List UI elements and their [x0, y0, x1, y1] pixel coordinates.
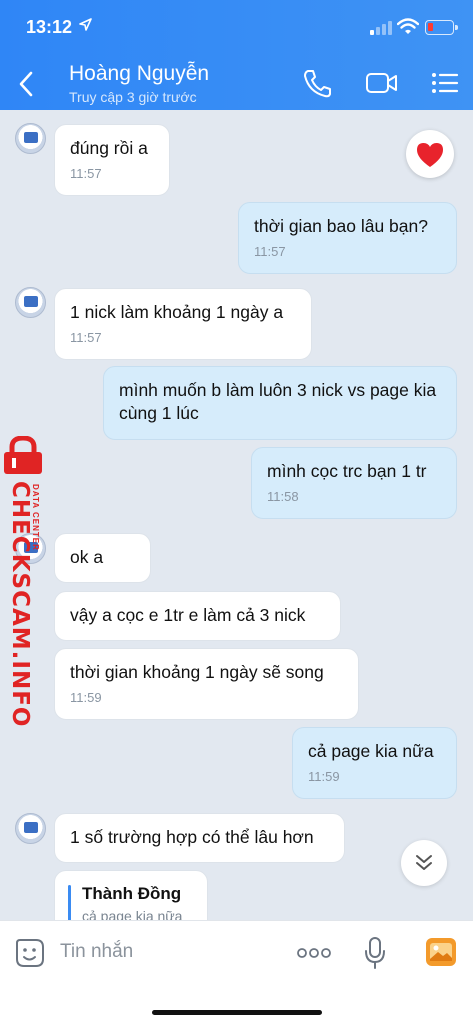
back-chevron-icon[interactable] — [17, 70, 35, 98]
message-bubble-incoming[interactable]: thời gian khoảng 1 ngày sẽ song 11:59 — [54, 648, 359, 720]
message-text: vậy a cọc e 1tr e làm cả 3 nick — [70, 605, 306, 625]
double-chevron-down-icon — [416, 855, 432, 870]
message-bubble-outgoing[interactable]: mình cọc trc bạn 1 tr 11:58 — [251, 447, 457, 519]
video-camera-icon[interactable] — [365, 71, 399, 95]
message-bubble-outgoing[interactable]: cả page kia nữa 11:59 — [292, 727, 457, 799]
chat-area[interactable]: đúng rồi a 11:57 thời gian bao lâu bạn? … — [0, 110, 473, 920]
scroll-down-button[interactable] — [401, 840, 447, 886]
more-dots-icon[interactable] — [297, 947, 331, 959]
message-bubble-incoming[interactable]: đúng rồi a 11:57 — [54, 124, 170, 196]
chat-header: 13:12 Hoàng Nguyễn Truy cập 3 giờ trước — [0, 0, 473, 110]
message-bubble-outgoing[interactable]: thời gian bao lâu bạn? 11:57 — [238, 202, 457, 274]
watermark-subtitle: DATA CENTER — [31, 484, 40, 551]
message-time: 11:59 — [70, 690, 102, 705]
message-text: 1 nick làm khoảng 1 ngày a — [70, 302, 284, 322]
message-text: 1 số trường hợp có thể lâu hơn — [70, 827, 314, 847]
home-indicator — [152, 1010, 322, 1015]
avatar[interactable] — [15, 813, 46, 844]
message-text: thời gian khoảng 1 ngày sẽ song — [70, 662, 324, 682]
battery-icon — [425, 20, 458, 35]
microphone-icon[interactable] — [364, 936, 386, 970]
message-time: 11:59 — [308, 769, 340, 784]
message-bubble-incoming[interactable]: vậy a cọc e 1tr e làm cả 3 nick — [54, 591, 341, 641]
message-text: đúng rồi a — [70, 138, 148, 158]
contact-last-seen: Truy cập 3 giờ trước — [69, 89, 197, 105]
message-text: cả page kia nữa — [308, 741, 434, 761]
contact-name[interactable]: Hoàng Nguyễn — [69, 62, 209, 86]
watermark: CHECKSCAM.INFO DATA CENTER — [2, 436, 50, 727]
avatar[interactable] — [15, 123, 46, 154]
watermark-brand: CHECKSCAM.INFO — [7, 481, 33, 728]
message-text: thời gian bao lâu bạn? — [254, 216, 428, 236]
message-text: mình cọc trc bạn 1 tr — [267, 461, 427, 481]
heart-icon — [417, 142, 443, 167]
message-input[interactable]: Tin nhắn — [60, 941, 133, 963]
cellular-signal-icon — [370, 21, 392, 35]
message-bubble-outgoing[interactable]: mình muốn b làm luôn 3 nick vs page kia … — [103, 366, 457, 440]
list-menu-icon[interactable] — [431, 71, 459, 95]
quoted-reply-card[interactable]: Thành Đồng cả page kia nữa — [54, 870, 208, 920]
message-time: 11:58 — [267, 489, 299, 504]
quoted-sender: Thành Đồng — [82, 884, 182, 903]
avatar[interactable] — [15, 287, 46, 318]
quote-bar — [68, 885, 71, 920]
message-text: ok a — [70, 547, 104, 567]
message-input-bar: Tin nhắn — [0, 920, 473, 1024]
padlock-icon — [4, 436, 42, 474]
message-text: mình muốn b làm luôn 3 nick vs page kia … — [119, 380, 437, 423]
message-time: 11:57 — [254, 244, 286, 259]
location-arrow-icon — [79, 18, 92, 31]
wifi-icon — [397, 18, 419, 34]
message-time: 11:57 — [70, 330, 102, 345]
reaction-button[interactable] — [406, 130, 454, 178]
status-time: 13:12 — [26, 17, 73, 37]
quoted-text: cả page kia nữa — [82, 908, 183, 920]
phone-icon[interactable] — [303, 68, 331, 98]
message-bubble-incoming[interactable]: 1 nick làm khoảng 1 ngày a 11:57 — [54, 288, 312, 360]
sticker-face-icon[interactable] — [14, 937, 46, 969]
message-bubble-incoming[interactable]: ok a — [54, 533, 151, 583]
message-time: 11:57 — [70, 166, 102, 181]
message-bubble-incoming[interactable]: 1 số trường hợp có thể lâu hơn — [54, 813, 345, 863]
image-icon[interactable] — [425, 937, 457, 967]
